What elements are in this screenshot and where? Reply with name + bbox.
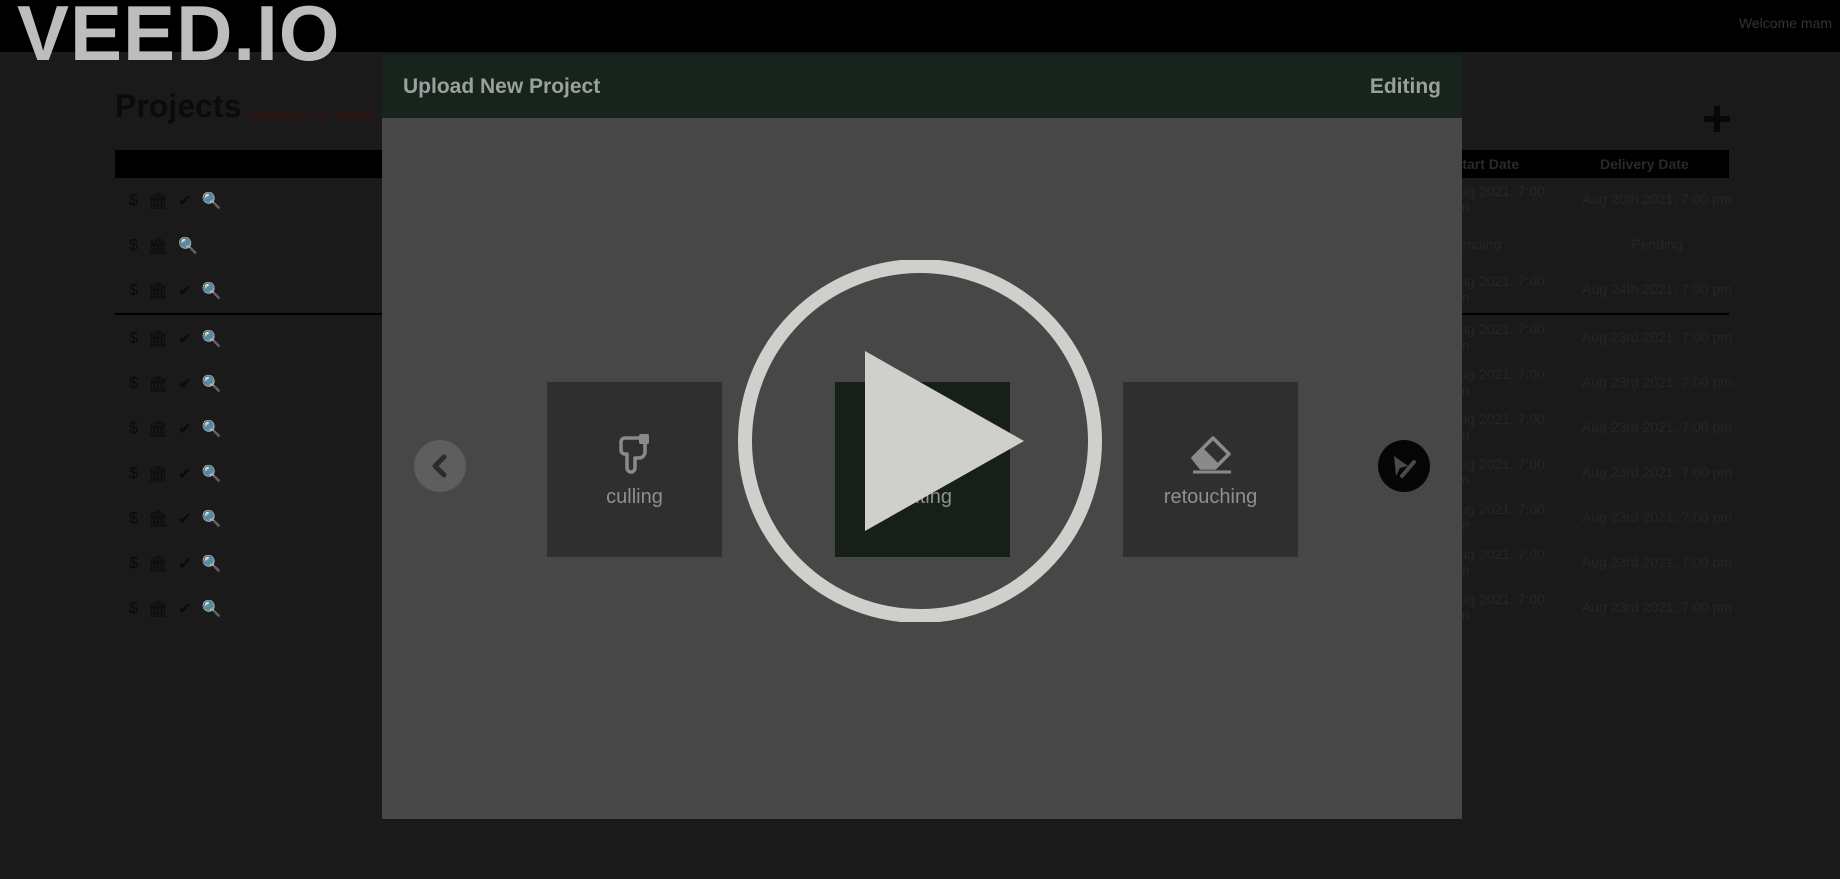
building-icon[interactable]: 🏛	[148, 374, 168, 394]
dollar-icon[interactable]: $	[129, 420, 138, 438]
start-date-cell: Aug 2021, 7:00 pm	[1450, 501, 1545, 533]
building-icon[interactable]: 🏛	[148, 236, 168, 256]
next-button[interactable]	[1378, 440, 1430, 492]
check-icon[interactable]: ✔	[178, 419, 191, 439]
delivery-date-cell: Aug 23rd 2021, 7:00 pm	[1581, 329, 1733, 345]
dollar-icon[interactable]: $	[129, 555, 138, 573]
check-icon[interactable]: ✔	[178, 509, 191, 529]
search-icon[interactable]: 🔍	[202, 419, 222, 439]
search-icon[interactable]: 🔍	[178, 236, 198, 256]
delivery-date-cell: Pending	[1631, 236, 1683, 252]
welcome-text: Welcome mam	[1738, 15, 1832, 31]
delivery-date-cell: Aug 20th 2021, 7:00 pm	[1582, 191, 1732, 207]
service-card-retouching[interactable]: retouching	[1123, 382, 1298, 557]
modal-step-label: Editing	[1369, 75, 1441, 98]
eraser-icon	[1190, 436, 1231, 474]
dollar-icon[interactable]: $	[129, 237, 138, 255]
delivery-date-header: Delivery Date	[1600, 156, 1689, 172]
start-date-cell: Aug 2021, 7:00 pm	[1450, 366, 1545, 398]
row-actions: $ 🏛 ✔ 🔍	[129, 374, 222, 394]
row-actions: $ 🏛 ✔ 🔍	[129, 329, 222, 349]
delivery-date-cell: Aug 23rd 2021, 7:00 pm	[1581, 374, 1733, 390]
row-actions: $ 🏛 ✔ 🔍	[129, 509, 222, 529]
page-title: Projects	[115, 88, 242, 124]
search-icon[interactable]: 🔍	[202, 374, 222, 394]
modal-title: Upload New Project	[403, 75, 601, 98]
card-label: culling	[606, 486, 663, 508]
start-date-header: Start Date	[1453, 156, 1520, 172]
service-card-culling[interactable]: culling	[547, 382, 722, 557]
chevron-left-icon	[432, 454, 447, 478]
check-icon[interactable]: ✔	[178, 374, 191, 394]
building-icon[interactable]: 🏛	[148, 464, 168, 484]
previous-button[interactable]	[414, 440, 466, 492]
building-icon[interactable]: 🏛	[148, 599, 168, 619]
building-icon[interactable]: 🏛	[148, 281, 168, 301]
row-actions: $ 🏛 ✔ 🔍	[129, 191, 222, 211]
building-icon[interactable]: 🏛	[148, 554, 168, 574]
search-icon[interactable]: 🔍	[202, 554, 222, 574]
row-actions: $ 🏛 ✔ 🔍	[129, 599, 222, 619]
page-note: * indicate's final project	[242, 107, 375, 122]
start-date-cell: Aug 2021, 7:00 pm	[1450, 273, 1545, 305]
play-icon	[865, 351, 1024, 531]
search-icon[interactable]: 🔍	[202, 281, 222, 301]
hand-point-icon	[618, 434, 649, 474]
start-date-cell: Pending	[1450, 236, 1502, 252]
check-icon[interactable]: ✔	[178, 554, 191, 574]
search-icon[interactable]: 🔍	[202, 464, 222, 484]
delivery-date-cell: Aug 24th 2021, 7:00 pm	[1582, 281, 1732, 297]
start-date-cell: Aug 2021, 7:00 pm	[1450, 321, 1545, 353]
building-icon[interactable]: 🏛	[148, 509, 168, 529]
dollar-icon[interactable]: $	[129, 510, 138, 528]
delivery-date-cell: Aug 23rd 2021, 7:00 pm	[1581, 509, 1733, 525]
search-icon[interactable]: 🔍	[202, 509, 222, 529]
modal-header: Upload New Project Editing	[382, 55, 1462, 118]
check-icon[interactable]: ✔	[178, 281, 191, 301]
delivery-date-cell: Aug 23rd 2021, 7:00 pm	[1581, 419, 1733, 435]
delivery-date-cell: Aug 23rd 2021, 7:00 pm	[1581, 464, 1733, 480]
search-icon[interactable]: 🔍	[202, 329, 222, 349]
check-icon[interactable]: ✔	[178, 191, 191, 211]
start-date-cell: Aug 2021, 7:00 pm	[1450, 546, 1545, 578]
row-actions: $ 🏛 ✔ 🔍	[129, 281, 222, 301]
building-icon[interactable]: 🏛	[148, 419, 168, 439]
row-actions: $ 🏛 🔍	[129, 236, 198, 256]
start-date-cell: Aug 2021, 7:00 pm	[1450, 591, 1545, 623]
search-icon[interactable]: 🔍	[202, 191, 222, 211]
search-icon[interactable]: 🔍	[202, 599, 222, 619]
card-label: retouching	[1163, 486, 1258, 508]
delivery-date-cell: Aug 23rd 2021, 7:00 pm	[1581, 554, 1733, 570]
dollar-icon[interactable]: $	[129, 330, 138, 348]
dollar-icon[interactable]: $	[129, 375, 138, 393]
dollar-icon[interactable]: $	[129, 192, 138, 210]
building-icon[interactable]: 🏛	[148, 329, 168, 349]
start-date-cell: Aug 2021, 7:00 pm	[1450, 456, 1545, 488]
building-icon[interactable]: 🏛	[148, 191, 168, 211]
start-date-cell: Aug 2021, 7:00 pm	[1450, 411, 1545, 443]
dollar-icon[interactable]: $	[129, 600, 138, 618]
brand-watermark: VEED.IO	[17, 0, 341, 77]
add-project-icon[interactable]	[1704, 106, 1730, 132]
row-actions: $ 🏛 ✔ 🔍	[129, 419, 222, 439]
wand-cursor-icon	[1394, 456, 1416, 478]
check-icon[interactable]: ✔	[178, 329, 191, 349]
dollar-icon[interactable]: $	[129, 282, 138, 300]
play-overlay[interactable]	[736, 260, 1104, 622]
start-date-cell: Aug 2021, 7:00 pm	[1450, 183, 1545, 215]
delivery-date-cell: Aug 23rd 2021, 7:00 pm	[1581, 599, 1733, 615]
check-icon[interactable]: ✔	[178, 599, 191, 619]
row-actions: $ 🏛 ✔ 🔍	[129, 554, 222, 574]
row-actions: $ 🏛 ✔ 🔍	[129, 464, 222, 484]
dollar-icon[interactable]: $	[129, 465, 138, 483]
check-icon[interactable]: ✔	[178, 464, 191, 484]
